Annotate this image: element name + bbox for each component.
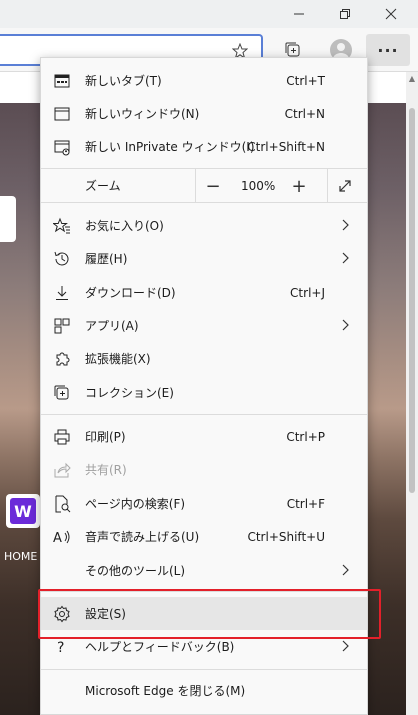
menu-item-zoom: ズーム − 100% + (41, 169, 367, 202)
menu-item-label: 印刷(P) (85, 430, 126, 444)
menu-item-more-tools[interactable]: その他のツール(L) (41, 554, 367, 587)
find-on-page-icon (53, 495, 71, 513)
print-icon (53, 428, 71, 446)
settings-and-more-button[interactable]: ··· (366, 34, 410, 66)
zoom-label: ズーム (85, 179, 121, 193)
home-link[interactable]: HOME (4, 550, 37, 563)
menu-separator (41, 202, 367, 203)
page-search-box[interactable] (0, 196, 16, 242)
zoom-divider (327, 169, 328, 202)
inprivate-window-icon (53, 138, 71, 156)
scrollbar[interactable]: ▲ (406, 72, 418, 715)
zoom-value: 100% (241, 178, 276, 193)
menu-item-label: 音声で読み上げる(U) (85, 530, 200, 544)
scroll-thumb[interactable] (409, 108, 415, 493)
menu-item-extensions[interactable]: 拡張機能(X) (41, 342, 367, 375)
menu-item-label: 新しい InPrivate ウィンドウ(I) (85, 140, 255, 154)
more-icon: ··· (377, 40, 399, 60)
menu-item-label: 新しいウィンドウ(N) (85, 107, 200, 121)
menu-item-find-on-page[interactable]: ページ内の検索(F) Ctrl+F (41, 487, 367, 520)
restore-icon (340, 9, 350, 19)
menu-item-shortcut: Ctrl+T (286, 73, 325, 88)
scroll-up-icon[interactable]: ▲ (407, 74, 417, 84)
menu-item-label: ヘルプとフィードバック(B) (85, 640, 235, 654)
menu-item-label: コレクション(E) (85, 386, 174, 400)
chevron-right-icon (342, 252, 349, 264)
chevron-right-icon (342, 319, 349, 331)
menu-item-label: Microsoft Edge を閉じる(M) (85, 684, 246, 698)
menu-item-shortcut: Ctrl+N (284, 106, 325, 121)
menu-item-collections[interactable]: コレクション(E) (41, 376, 367, 409)
menu-item-shortcut: Ctrl+F (286, 496, 325, 511)
menu-item-label: 履歴(H) (85, 252, 128, 266)
fullscreen-icon (339, 180, 351, 192)
new-window-icon (53, 105, 71, 123)
menu-item-shortcut: Ctrl+Shift+U (247, 529, 325, 544)
menu-item-read-aloud[interactable]: A 音声で読み上げる(U) Ctrl+Shift+U (41, 520, 367, 553)
menu-item-downloads[interactable]: ダウンロード(D) Ctrl+J (41, 276, 367, 309)
zoom-divider (195, 169, 196, 202)
title-bar (0, 0, 418, 28)
close-window-button[interactable] (368, 0, 414, 28)
fullscreen-button[interactable] (333, 174, 357, 198)
quick-link-tile[interactable]: W (6, 494, 40, 528)
menu-item-label: ダウンロード(D) (85, 286, 176, 300)
menu-item-new-window[interactable]: 新しいウィンドウ(N) Ctrl+N (41, 97, 367, 130)
chevron-right-icon (342, 219, 349, 231)
history-icon (53, 250, 71, 268)
restore-button[interactable] (322, 0, 368, 28)
menu-item-apps[interactable]: アプリ(A) (41, 309, 367, 342)
menu-item-label: ページ内の検索(F) (85, 497, 186, 511)
download-icon (53, 284, 71, 302)
menu-item-label: 新しいタブ(T) (85, 74, 162, 88)
menu-item-label: その他のツール(L) (85, 564, 186, 578)
menu-separator (41, 414, 367, 415)
menu-item-print[interactable]: 印刷(P) Ctrl+P (41, 420, 367, 453)
minimize-button[interactable] (276, 0, 322, 28)
zoom-in-button[interactable]: + (287, 174, 311, 198)
highlight-box (38, 589, 381, 639)
menu-item-share: 共有(R) (41, 453, 367, 486)
zoom-out-button[interactable]: − (201, 174, 225, 198)
menu-item-label: 共有(R) (85, 463, 127, 477)
menu-item-shortcut: Ctrl+J (290, 285, 325, 300)
menu-separator (41, 669, 367, 670)
menu-item-history[interactable]: 履歴(H) (41, 242, 367, 275)
apps-icon (53, 317, 71, 335)
menu-item-label: 拡張機能(X) (85, 352, 151, 366)
menu-item-label: アプリ(A) (85, 319, 139, 333)
chevron-right-icon (342, 564, 349, 576)
tile-logo: W (10, 498, 36, 524)
minimize-icon (294, 13, 304, 15)
svg-text:?: ? (57, 640, 64, 656)
close-icon (385, 8, 397, 20)
menu-item-label: お気に入り(O) (85, 219, 164, 233)
menu-item-close-edge[interactable]: Microsoft Edge を閉じる(M) (41, 674, 367, 707)
menu-item-shortcut: Ctrl+P (286, 429, 325, 444)
svg-text:A: A (53, 531, 62, 546)
new-tab-icon (53, 72, 71, 90)
help-icon: ? (53, 638, 71, 656)
menu-item-favorites[interactable]: お気に入り(O) (41, 209, 367, 242)
extensions-icon (53, 350, 71, 368)
read-aloud-icon: A (53, 528, 71, 546)
favorites-icon (52, 217, 71, 235)
menu-item-shortcut: Ctrl+Shift+N (247, 139, 325, 154)
chevron-right-icon (342, 640, 349, 652)
menu-item-new-inprivate[interactable]: 新しい InPrivate ウィンドウ(I) Ctrl+Shift+N (41, 130, 367, 163)
menu-item-new-tab[interactable]: 新しいタブ(T) Ctrl+T (41, 64, 367, 97)
collections-icon (53, 384, 71, 402)
share-icon (53, 461, 71, 479)
